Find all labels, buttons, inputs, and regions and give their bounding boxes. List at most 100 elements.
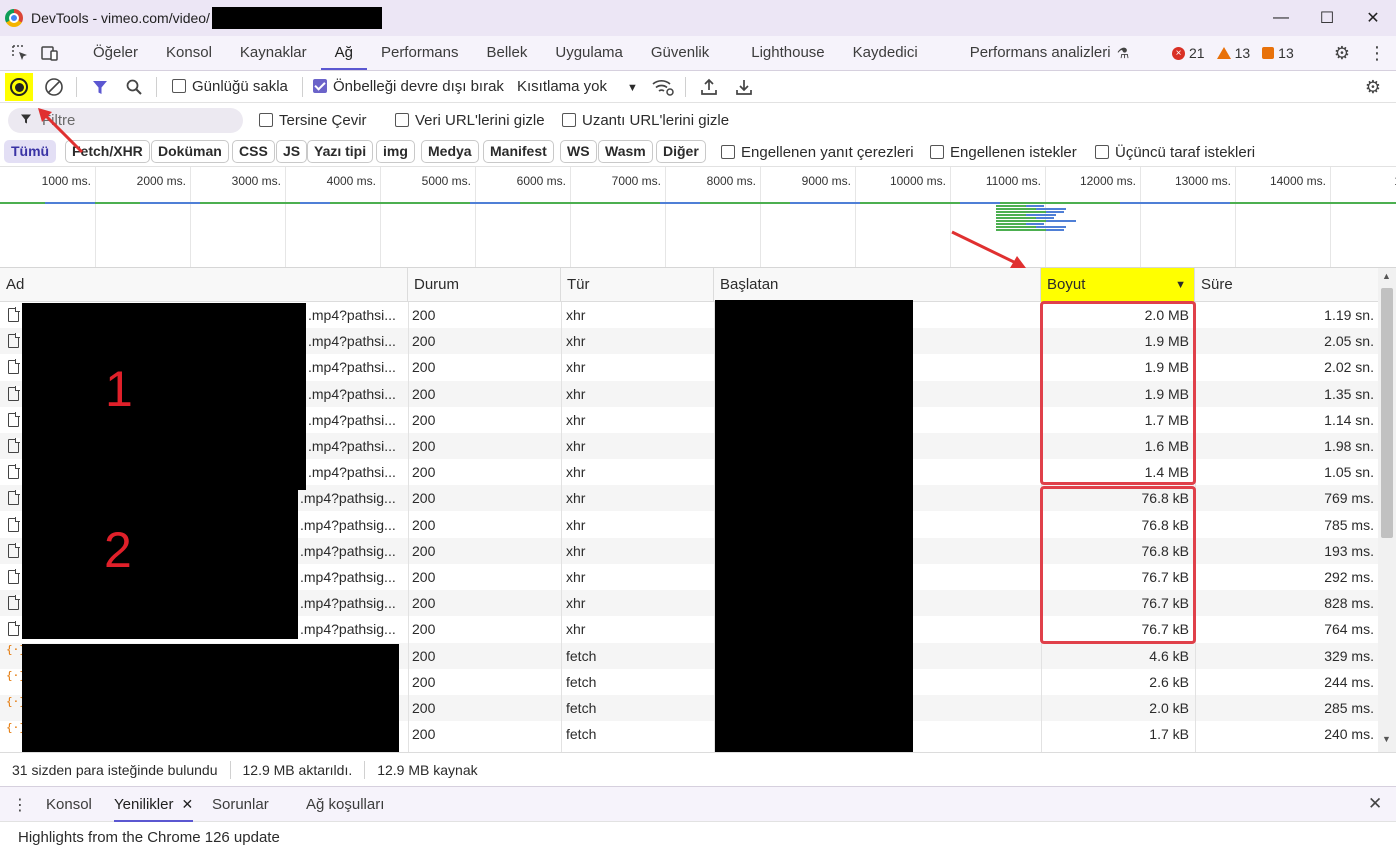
checkbox-box[interactable] bbox=[395, 113, 409, 128]
request-time: 244 ms. bbox=[1324, 673, 1374, 690]
request-name: .mp4?pathsi... bbox=[308, 333, 396, 350]
error-counter[interactable]: × 21 bbox=[1172, 45, 1205, 61]
drawer-menu-icon[interactable]: ⋮ bbox=[12, 795, 28, 815]
more-options-icon[interactable]: ⋮ bbox=[1362, 38, 1392, 68]
type-chip-5[interactable]: Yazı tipi bbox=[307, 140, 374, 163]
invert-checkbox[interactable]: Tersine Çevir bbox=[259, 112, 367, 129]
timeline-request-bar bbox=[1026, 214, 1056, 216]
blocked-cookies-checkbox[interactable]: Engellenen yanıt çerezleri bbox=[721, 144, 914, 161]
close-drawer-icon[interactable]: ✕ bbox=[1368, 794, 1382, 814]
device-toolbar-icon[interactable] bbox=[35, 38, 65, 68]
column-header-time[interactable]: Süre bbox=[1195, 268, 1378, 302]
type-chip-6[interactable]: img bbox=[376, 140, 415, 163]
request-type: xhr bbox=[566, 464, 586, 481]
checkbox-box[interactable] bbox=[930, 145, 944, 160]
disable-cache-label: Önbelleği devre dışı bırak bbox=[333, 78, 504, 95]
request-type: xhr bbox=[566, 307, 586, 323]
checkbox-box[interactable] bbox=[259, 113, 273, 128]
table-scrollbar[interactable]: ▲ ▼ bbox=[1378, 268, 1396, 752]
blocked-cookies-label: Engellenen yanıt çerezleri bbox=[741, 144, 914, 161]
tab-3[interactable]: Ağ bbox=[320, 36, 367, 70]
scroll-up-icon[interactable]: ▲ bbox=[1382, 271, 1391, 281]
type-chip-8[interactable]: Manifest bbox=[483, 140, 554, 163]
third-party-checkbox[interactable]: Üçüncü taraf istekleri bbox=[1095, 144, 1255, 161]
timeline-activity-segment bbox=[660, 202, 700, 204]
request-type: fetch bbox=[566, 673, 597, 690]
xhr-document-icon bbox=[8, 595, 20, 611]
tab-8[interactable]: Lighthouse bbox=[737, 36, 838, 70]
clear-icon[interactable] bbox=[42, 75, 66, 99]
close-tab-icon[interactable]: ✕ bbox=[181, 796, 193, 812]
type-chip-3[interactable]: CSS bbox=[232, 140, 275, 163]
blocked-requests-checkbox[interactable]: Engellenen istekler bbox=[930, 144, 1077, 161]
type-chip-10[interactable]: Wasm bbox=[598, 140, 653, 163]
scroll-down-icon[interactable]: ▼ bbox=[1382, 734, 1391, 744]
settings-gear-icon[interactable]: ⚙ bbox=[1327, 38, 1357, 68]
scrollbar-thumb[interactable] bbox=[1381, 288, 1393, 538]
hide-extension-urls-checkbox[interactable]: Uzantı URL'lerini gizle bbox=[562, 112, 729, 129]
request-name: .mp4?pathsi... bbox=[308, 385, 396, 402]
filter-placeholder: Filtre bbox=[42, 112, 76, 129]
chrome-logo-icon bbox=[5, 9, 23, 27]
search-icon[interactable] bbox=[122, 75, 146, 99]
network-conditions-icon[interactable] bbox=[651, 75, 675, 99]
drawer-tab-network-conditions[interactable]: Ağ koşulları bbox=[306, 787, 384, 822]
import-har-icon[interactable] bbox=[697, 75, 721, 99]
request-time: 2.02 sn. bbox=[1324, 359, 1374, 376]
drawer-tab-console[interactable]: Konsol bbox=[46, 787, 92, 822]
column-header-size[interactable]: Boyut ▼ bbox=[1041, 268, 1195, 302]
network-overview-timeline[interactable]: 1000 ms. 2000 ms. 3000 ms. 4000 ms. 5000 ms.… bbox=[0, 167, 1396, 268]
record-button[interactable] bbox=[5, 73, 33, 101]
filter-input[interactable]: Filtre bbox=[8, 108, 243, 133]
tab-4[interactable]: Performans bbox=[367, 36, 473, 70]
close-icon[interactable]: ✕ bbox=[1350, 0, 1396, 36]
type-chip-0[interactable]: Tümü bbox=[4, 140, 57, 163]
tab-5[interactable]: Bellek bbox=[473, 36, 542, 70]
drawer-tab-issues[interactable]: Sorunlar bbox=[212, 787, 269, 822]
tab-7[interactable]: Güvenlik bbox=[637, 36, 723, 70]
column-header-type[interactable]: Tür bbox=[561, 268, 714, 302]
issues-counter[interactable]: 13 bbox=[1262, 45, 1294, 61]
export-har-icon[interactable] bbox=[732, 75, 756, 99]
preserve-log-checkbox[interactable]: Günlüğü sakla bbox=[172, 78, 288, 95]
column-header-name[interactable]: Ad bbox=[0, 268, 408, 302]
group-2-annotation: 2 bbox=[104, 522, 132, 578]
type-chip-2[interactable]: Doküman bbox=[151, 140, 229, 163]
warning-counter[interactable]: 13 bbox=[1216, 45, 1250, 61]
tab-1[interactable]: Konsol bbox=[152, 36, 226, 70]
timeline-tick-label: 6000 ms. bbox=[516, 174, 566, 188]
throttling-select[interactable]: Kısıtlama yok ▼ bbox=[517, 78, 638, 95]
checkbox-box[interactable] bbox=[562, 113, 576, 128]
checkbox-box[interactable] bbox=[172, 79, 186, 94]
checkbox-box[interactable] bbox=[313, 79, 327, 94]
drawer-tab-whats-new[interactable]: Yenilikler ✕ bbox=[114, 787, 194, 822]
drawer-tab-bar: ⋮ Konsol Yenilikler ✕ Sorunlar Ağ koşulla… bbox=[0, 786, 1396, 822]
tab-6[interactable]: Uygulama bbox=[541, 36, 637, 70]
column-header-initiator[interactable]: Başlatan bbox=[714, 268, 1041, 302]
column-header-status[interactable]: Durum bbox=[408, 268, 561, 302]
type-chip-11[interactable]: Diğer bbox=[656, 140, 706, 163]
minimize-icon[interactable]: — bbox=[1258, 0, 1304, 36]
type-chip-1[interactable]: Fetch/XHR bbox=[65, 140, 150, 163]
type-chip-4[interactable]: JS bbox=[276, 140, 308, 163]
network-settings-icon[interactable]: ⚙ bbox=[1361, 75, 1385, 99]
type-chip-9[interactable]: WS bbox=[560, 140, 597, 163]
maximize-icon[interactable]: ☐ bbox=[1304, 0, 1350, 36]
xhr-document-icon bbox=[8, 516, 20, 532]
tab-2[interactable]: Kaynaklar bbox=[226, 36, 321, 70]
issue-counters[interactable]: × 21 13 13 bbox=[1172, 36, 1294, 70]
resource-type-filter-row: Tümü Fetch/XHR Doküman CSS JS Yazı tipi img Med… bbox=[0, 137, 1396, 167]
filter-funnel-icon[interactable] bbox=[88, 75, 112, 99]
tab-10[interactable]: Performans analizleri bbox=[956, 36, 1125, 70]
request-name: .mp4?pathsig... bbox=[300, 595, 396, 612]
type-chip-7[interactable]: Medya bbox=[421, 140, 479, 163]
inspect-element-icon[interactable] bbox=[5, 38, 35, 68]
disable-cache-checkbox[interactable]: Önbelleği devre dışı bırak bbox=[313, 78, 504, 95]
tab-9[interactable]: Kaydedici bbox=[839, 36, 932, 70]
checkbox-box[interactable] bbox=[1095, 145, 1109, 160]
hide-data-urls-checkbox[interactable]: Veri URL'lerini gizle bbox=[395, 112, 545, 129]
checkbox-box[interactable] bbox=[721, 145, 735, 160]
request-type: xhr bbox=[566, 595, 586, 612]
xhr-document-icon bbox=[8, 490, 20, 506]
tab-0[interactable]: Öğeler bbox=[79, 36, 152, 70]
